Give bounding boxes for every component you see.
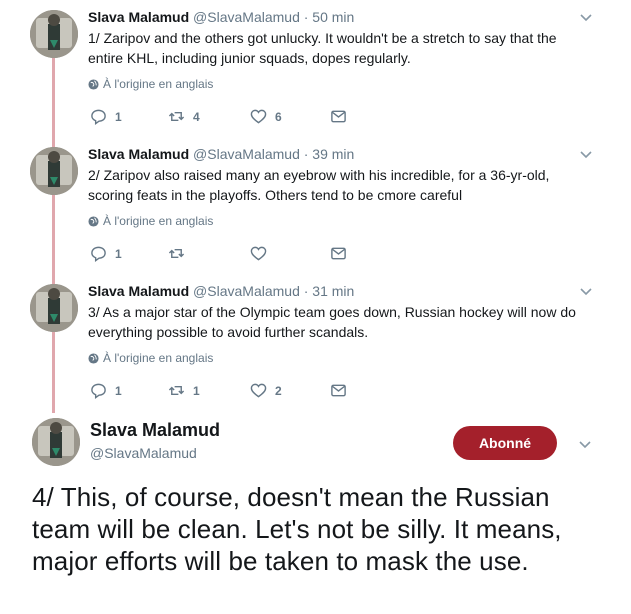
avatar[interactable] [30, 284, 78, 332]
main-avatar[interactable] [32, 418, 80, 466]
author-name[interactable]: Slava Malamud [88, 283, 189, 299]
retweet-count: 4 [193, 109, 200, 124]
retweet-button[interactable] [168, 245, 193, 262]
reply-count: 1 [115, 109, 122, 124]
translate-note[interactable]: À l'origine en anglais [88, 77, 213, 91]
chevron-down-icon[interactable] [579, 284, 593, 298]
thread-tweet-1[interactable]: Slava Malamud @SlavaMalamud · 50 min 1/ … [0, 8, 631, 138]
translate-label: À l'origine en anglais [103, 214, 214, 228]
tweet-actions: 1 [90, 245, 360, 263]
chevron-down-icon[interactable] [579, 10, 593, 24]
tweet-actions: 1 4 6 [90, 108, 360, 126]
globe-icon [88, 352, 99, 364]
message-button[interactable] [330, 108, 347, 125]
reply-count: 1 [115, 246, 122, 261]
message-icon [331, 384, 346, 397]
thread-tweet-2[interactable]: Slava Malamud @SlavaMalamud · 39 min 2/ … [0, 145, 631, 275]
author-handle[interactable]: @SlavaMalamud [193, 146, 300, 162]
following-button[interactable]: Abonné [453, 426, 557, 460]
retweet-button[interactable]: 4 [168, 108, 200, 125]
like-count: 6 [275, 109, 282, 124]
reply-count: 1 [115, 383, 122, 398]
retweet-count: 1 [193, 383, 200, 398]
tweet-time[interactable]: · 31 min [304, 283, 355, 299]
translate-note[interactable]: À l'origine en anglais [88, 351, 213, 365]
reply-icon [91, 246, 106, 262]
main-author-handle[interactable]: @SlavaMalamud [90, 445, 197, 461]
like-button[interactable] [250, 245, 275, 262]
retweet-icon [168, 249, 185, 258]
author-name[interactable]: Slava Malamud [88, 9, 189, 25]
author-handle[interactable]: @SlavaMalamud [193, 283, 300, 299]
retweet-icon [168, 386, 185, 395]
translate-label: À l'origine en anglais [103, 351, 214, 365]
author-name[interactable]: Slava Malamud [88, 146, 189, 162]
tweet-time[interactable]: · 50 min [304, 9, 355, 25]
message-icon [331, 247, 346, 260]
tweet-time[interactable]: · 39 min [304, 146, 355, 162]
tweet-header: Slava Malamud @SlavaMalamud · 50 min [88, 8, 354, 26]
like-button[interactable]: 2 [250, 382, 282, 399]
retweet-icon [168, 112, 185, 121]
avatar[interactable] [30, 10, 78, 58]
tweet-actions: 1 1 2 [90, 382, 360, 400]
translate-note[interactable]: À l'origine en anglais [88, 214, 213, 228]
reply-button[interactable]: 1 [90, 245, 122, 262]
globe-icon [88, 78, 99, 90]
retweet-button[interactable]: 1 [168, 382, 200, 399]
chevron-down-icon[interactable] [578, 437, 592, 451]
translate-label: À l'origine en anglais [103, 77, 214, 91]
tweet-text: 1/ Zaripov and the others got unlucky. I… [88, 30, 557, 66]
main-tweet-text: 4/ This, of course, doesn't mean the Rus… [32, 482, 562, 576]
avatar[interactable] [30, 147, 78, 195]
author-handle[interactable]: @SlavaMalamud [193, 9, 300, 25]
like-icon [250, 109, 267, 124]
message-icon [331, 110, 346, 123]
reply-button[interactable]: 1 [90, 382, 122, 399]
reply-icon [91, 109, 106, 125]
like-count: 2 [275, 383, 282, 398]
main-author-name[interactable]: Slava Malamud [90, 420, 220, 441]
like-icon [250, 383, 267, 398]
reply-button[interactable]: 1 [90, 108, 122, 125]
like-button[interactable]: 6 [250, 108, 282, 125]
globe-icon [88, 215, 99, 227]
message-button[interactable] [330, 245, 347, 262]
tweet-text: 2/ Zaripov also raised many an eyebrow w… [88, 167, 550, 203]
tweet-header: Slava Malamud @SlavaMalamud · 31 min [88, 282, 354, 300]
tweet-header: Slava Malamud @SlavaMalamud · 39 min [88, 145, 354, 163]
message-button[interactable] [330, 382, 347, 399]
like-icon [250, 246, 267, 261]
thread-tweet-3[interactable]: Slava Malamud @SlavaMalamud · 31 min 3/ … [0, 282, 631, 412]
chevron-down-icon[interactable] [579, 147, 593, 161]
reply-icon [91, 383, 106, 399]
tweet-text: 3/ As a major star of the Olympic team g… [88, 304, 576, 340]
